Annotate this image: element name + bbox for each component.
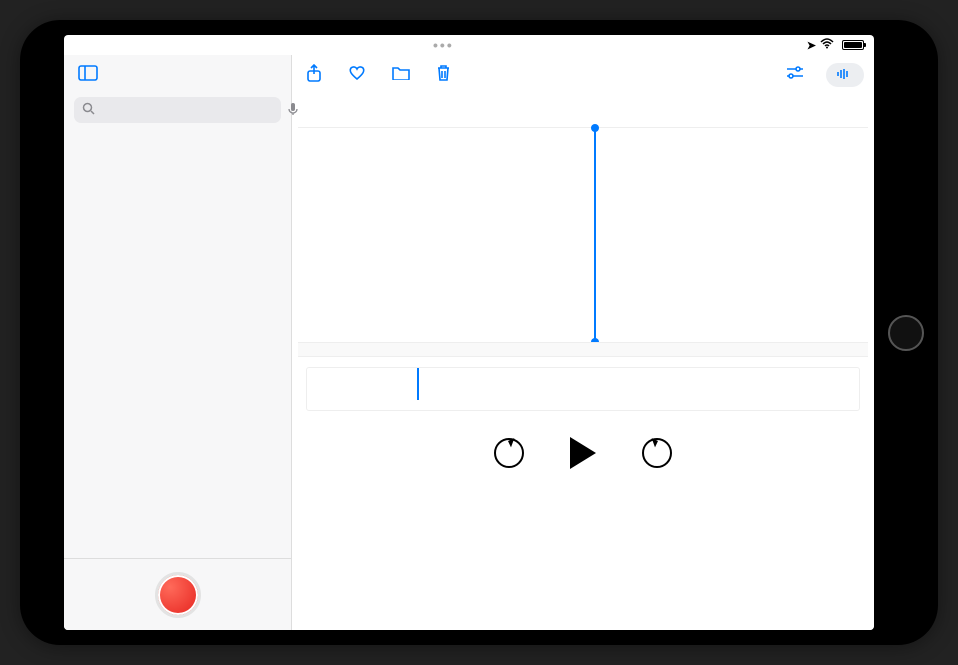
wifi-icon bbox=[820, 38, 834, 52]
search-input[interactable] bbox=[101, 102, 282, 118]
skip-back-button[interactable] bbox=[494, 438, 524, 468]
multitask-dots: ••• bbox=[80, 37, 807, 53]
waveform-main[interactable] bbox=[298, 127, 868, 357]
play-button[interactable] bbox=[570, 437, 596, 469]
search-icon bbox=[82, 102, 95, 118]
share-button[interactable] bbox=[302, 60, 326, 91]
transport-controls bbox=[292, 437, 874, 469]
home-button[interactable] bbox=[888, 315, 924, 351]
status-bar: ••• ➤ bbox=[64, 35, 874, 55]
skip-forward-button[interactable] bbox=[642, 438, 672, 468]
battery-icon bbox=[842, 40, 864, 50]
sidebar-title bbox=[64, 89, 291, 97]
location-icon: ➤ bbox=[807, 39, 816, 52]
favorite-button[interactable] bbox=[344, 61, 370, 90]
trash-button[interactable] bbox=[432, 60, 455, 90]
timeline-ticks bbox=[298, 342, 868, 356]
recording-subtitle bbox=[292, 101, 874, 113]
overview-playhead[interactable] bbox=[417, 368, 419, 400]
search-field[interactable] bbox=[74, 97, 281, 123]
mic-icon[interactable] bbox=[288, 102, 298, 119]
folder-button[interactable] bbox=[388, 61, 414, 89]
detail-pane bbox=[292, 55, 874, 630]
sidebar bbox=[64, 55, 292, 630]
waveform-icon bbox=[836, 67, 850, 83]
settings-button[interactable] bbox=[782, 62, 808, 89]
recordings-list bbox=[64, 129, 291, 558]
playhead[interactable] bbox=[594, 128, 596, 342]
waveform-overview[interactable] bbox=[306, 367, 860, 411]
detail-edit-button[interactable] bbox=[826, 63, 864, 87]
sidebar-toggle-button[interactable] bbox=[74, 61, 102, 90]
record-button[interactable] bbox=[155, 572, 201, 618]
